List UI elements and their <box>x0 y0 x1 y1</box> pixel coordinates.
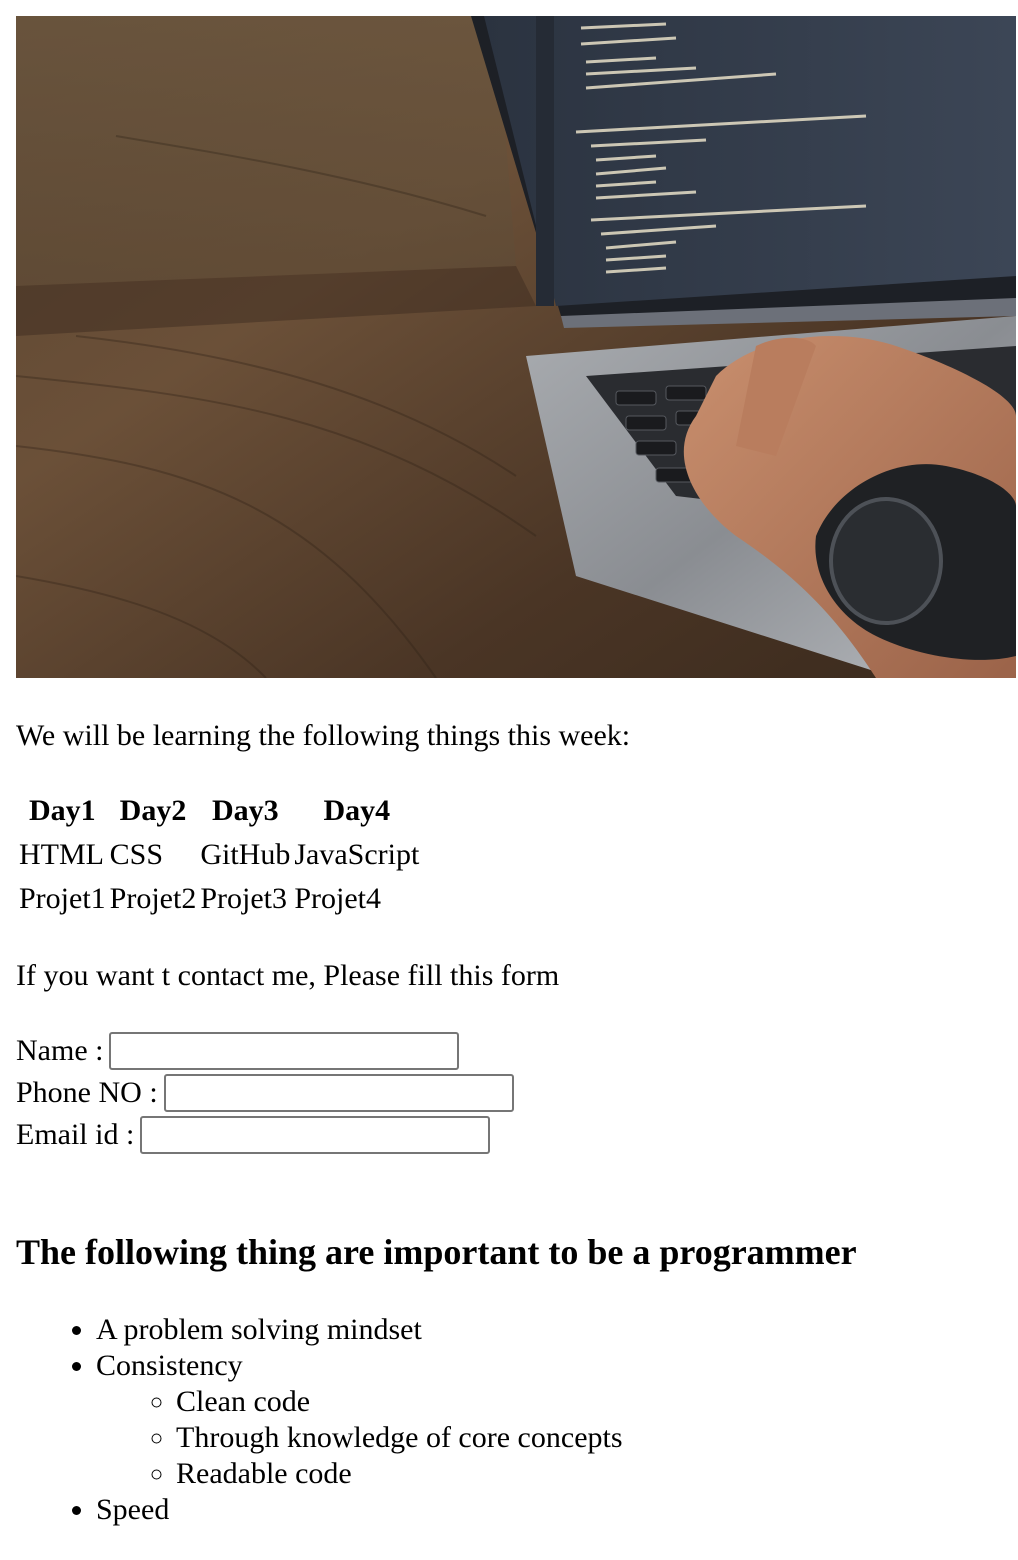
name-row: Name : <box>16 1032 460 1070</box>
list-item: Consistency Clean code Through knowledge… <box>96 1348 623 1492</box>
list-item: A problem solving mindset <box>96 1312 623 1348</box>
name-input[interactable] <box>109 1032 460 1070</box>
table-header-day1: Day1 <box>29 794 96 827</box>
phone-row: Phone NO : <box>16 1074 514 1112</box>
table-cell: Projet1 <box>19 882 106 915</box>
name-label: Name : <box>16 1034 104 1067</box>
table-header-day2: Day2 <box>119 794 187 827</box>
contact-prompt: If you want t contact me, Please fill th… <box>16 959 560 992</box>
list-item-label: Consistency <box>96 1349 243 1382</box>
sub-list: Clean code Through knowledge of core con… <box>96 1384 623 1492</box>
table-cell: JavaScript <box>294 838 420 871</box>
table-cell: CSS <box>109 838 164 871</box>
table-cell: Projet4 <box>294 882 382 915</box>
table-header-day4: Day4 <box>323 794 391 827</box>
email-input[interactable] <box>140 1116 491 1154</box>
sub-list-item: Readable code <box>176 1456 623 1492</box>
table-header-day3: Day3 <box>212 794 279 827</box>
email-row: Email id : <box>16 1116 491 1154</box>
table-header-row: Day1 Day2 Day3 Day4 <box>18 790 420 832</box>
tips-list: A problem solving mindset Consistency Cl… <box>16 1312 623 1528</box>
table-cell: HTML <box>19 838 104 871</box>
email-label: Email id : <box>16 1118 135 1151</box>
schedule-table: Day1 Day2 Day3 Day4 HTML CSS GitHub Java… <box>16 788 422 922</box>
table-cell: Projet2 <box>109 882 197 915</box>
hero-image <box>16 16 1016 678</box>
sub-list-item: Clean code <box>176 1384 623 1420</box>
intro-text: We will be learning the following things… <box>16 719 631 752</box>
table-row: HTML CSS GitHub JavaScript <box>18 834 420 876</box>
table-cell: GitHub <box>200 838 291 871</box>
sub-list-item: Through knowledge of core concepts <box>176 1420 623 1456</box>
phone-label: Phone NO : <box>16 1076 158 1109</box>
list-item: Speed <box>96 1492 623 1528</box>
phone-input[interactable] <box>163 1074 514 1112</box>
table-row: Projet1 Projet2 Projet3 Projet4 <box>18 878 420 920</box>
programmer-heading: The following thing are important to be … <box>16 1232 857 1272</box>
table-cell: Projet3 <box>200 882 288 915</box>
